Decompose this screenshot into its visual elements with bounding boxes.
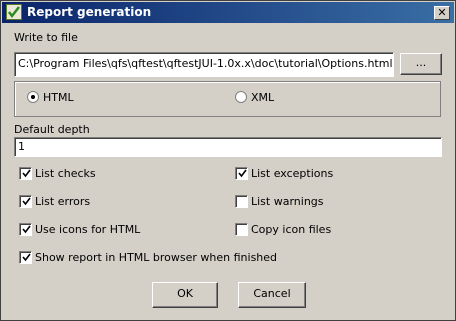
- list-warnings-checkbox[interactable]: [235, 195, 248, 208]
- file-path-input[interactable]: C:\Program Files\qfs\qftest\qftestJUI-1.…: [14, 52, 394, 77]
- list-errors-label: List errors: [35, 195, 91, 208]
- list-warnings-label: List warnings: [251, 195, 324, 208]
- checkmark-icon: [22, 225, 31, 234]
- report-generation-dialog: Report generation ✕ Write to file C:\Pro…: [0, 0, 456, 321]
- write-to-file-label: Write to file: [14, 31, 78, 44]
- xml-radio[interactable]: [235, 91, 247, 103]
- copy-icons-label: Copy icon files: [251, 223, 332, 236]
- list-checks-checkbox[interactable]: [19, 167, 32, 180]
- html-radio[interactable]: [27, 91, 39, 103]
- checkmark-icon: [238, 169, 247, 178]
- browse-button[interactable]: ...: [400, 53, 442, 75]
- copy-icons-checkbox[interactable]: [235, 223, 248, 236]
- list-exceptions-label: List exceptions: [251, 167, 334, 180]
- checkmark-icon: [22, 169, 31, 178]
- use-icons-checkbox[interactable]: [19, 223, 32, 236]
- xml-radio-label: XML: [251, 91, 275, 104]
- format-group: [14, 81, 441, 117]
- title-bar[interactable]: Report generation ✕: [2, 2, 454, 23]
- default-depth-input[interactable]: 1: [14, 137, 442, 157]
- radio-selected-dot: [31, 95, 35, 99]
- app-checkmark-icon: [6, 4, 22, 20]
- cancel-button[interactable]: Cancel: [238, 282, 306, 308]
- close-button[interactable]: ✕: [434, 6, 450, 20]
- default-depth-label: Default depth: [14, 123, 90, 136]
- show-report-label: Show report in HTML browser when finishe…: [35, 251, 278, 264]
- show-report-checkbox[interactable]: [19, 251, 32, 264]
- list-exceptions-checkbox[interactable]: [235, 167, 248, 180]
- list-checks-label: List checks: [35, 167, 96, 180]
- list-errors-checkbox[interactable]: [19, 195, 32, 208]
- html-radio-label: HTML: [43, 91, 74, 104]
- checkmark-icon: [22, 197, 31, 206]
- ok-button[interactable]: OK: [152, 282, 218, 308]
- window-title: Report generation: [27, 5, 152, 19]
- use-icons-label: Use icons for HTML: [35, 223, 141, 236]
- checkmark-icon: [22, 253, 31, 262]
